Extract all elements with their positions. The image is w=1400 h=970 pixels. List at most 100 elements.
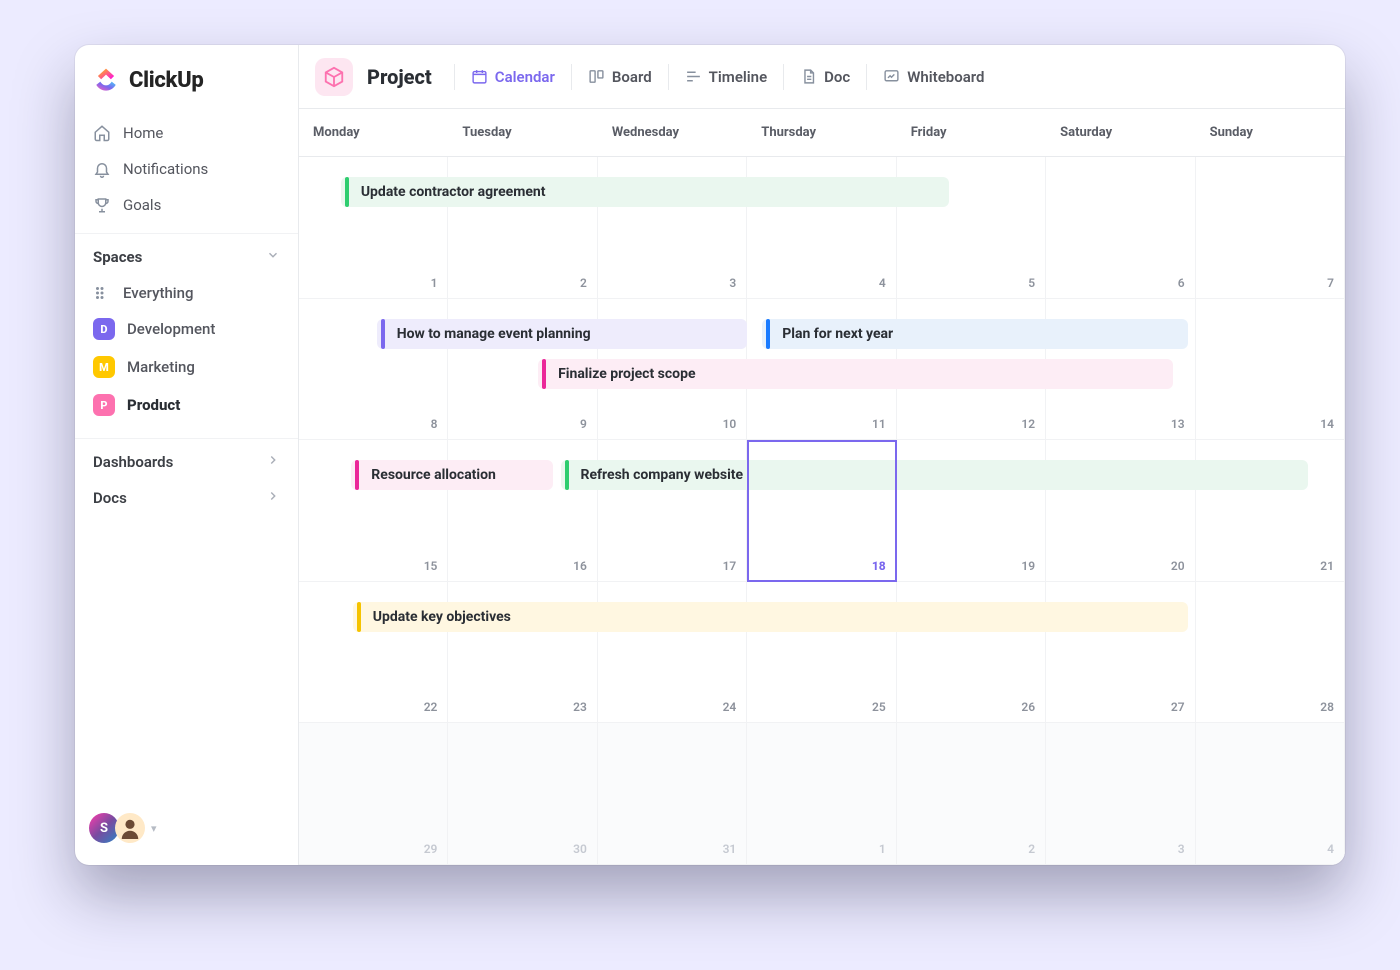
calendar-event[interactable]: Resource allocation — [351, 460, 553, 490]
day-number: 2 — [1028, 842, 1035, 856]
topbar: Project Calendar Board Timeline Doc Whiteboa… — [299, 45, 1345, 109]
calendar-cell[interactable]: 7 — [1196, 157, 1345, 299]
day-number: 7 — [1327, 276, 1334, 290]
day-number: 23 — [573, 700, 587, 714]
space-label: Product — [127, 396, 180, 414]
day-number: 4 — [1327, 842, 1334, 856]
board-icon — [588, 68, 605, 85]
spaces-header-label: Spaces — [93, 248, 142, 266]
calendar-icon — [471, 68, 488, 85]
calendar-cell[interactable]: 2 — [897, 723, 1046, 865]
space-marketing[interactable]: MMarketing — [75, 348, 298, 386]
calendar-event[interactable]: Update contractor agreement — [341, 177, 949, 207]
day-number: 5 — [1028, 276, 1035, 290]
view-tab-board[interactable]: Board — [578, 62, 662, 92]
weekday-label: Thursday — [747, 109, 896, 156]
event-color-bar — [357, 602, 361, 632]
day-number: 15 — [424, 559, 438, 573]
view-tab-doc[interactable]: Doc — [790, 62, 860, 92]
nav-notifications[interactable]: Notifications — [75, 151, 298, 187]
event-color-bar — [766, 319, 770, 349]
space-chip: M — [93, 356, 115, 378]
day-number: 9 — [580, 417, 587, 431]
day-number: 17 — [723, 559, 737, 573]
space-chip: P — [93, 394, 115, 416]
day-number: 11 — [872, 417, 886, 431]
bell-icon — [93, 160, 111, 178]
day-number: 14 — [1320, 417, 1334, 431]
day-number: 26 — [1021, 700, 1035, 714]
day-number: 4 — [879, 276, 886, 290]
project-icon — [315, 58, 353, 96]
event-label: How to manage event planning — [395, 326, 591, 342]
event-color-bar — [381, 319, 385, 349]
view-tab-calendar[interactable]: Calendar — [461, 62, 565, 92]
docs-section[interactable]: Docs — [75, 481, 298, 513]
nav-home[interactable]: Home — [75, 115, 298, 151]
view-divider — [571, 64, 572, 90]
calendar-event[interactable]: How to manage event planning — [377, 319, 748, 349]
day-number: 6 — [1178, 276, 1185, 290]
chevron-down-icon: ▾ — [151, 822, 157, 835]
space-label: Development — [127, 320, 215, 338]
event-color-bar — [345, 177, 349, 207]
weekday-label: Tuesday — [448, 109, 597, 156]
day-number: 2 — [580, 276, 587, 290]
event-label: Update contractor agreement — [359, 184, 546, 200]
day-number: 30 — [573, 842, 587, 856]
calendar-cell[interactable]: 14 — [1196, 299, 1345, 441]
clickup-logo-icon — [93, 67, 119, 93]
day-number: 1 — [431, 276, 438, 290]
day-number: 24 — [723, 700, 737, 714]
project-title: Project — [367, 65, 432, 89]
calendar-cell[interactable]: 18 — [747, 440, 896, 582]
weekday-label: Saturday — [1046, 109, 1195, 156]
calendar-cell[interactable]: 4 — [1196, 723, 1345, 865]
calendar-cell[interactable]: 28 — [1196, 582, 1345, 724]
event-color-bar — [565, 460, 569, 490]
calendar-cell[interactable]: 29 — [299, 723, 448, 865]
day-number: 12 — [1021, 417, 1035, 431]
weekday-label: Sunday — [1196, 109, 1345, 156]
calendar-cell[interactable]: 6 — [1046, 157, 1195, 299]
calendar-cell[interactable]: 31 — [598, 723, 747, 865]
calendar-cell[interactable]: 3 — [1046, 723, 1195, 865]
space-product[interactable]: P Product — [75, 386, 298, 424]
day-number: 8 — [431, 417, 438, 431]
weekday-label: Wednesday — [598, 109, 747, 156]
dashboards-section[interactable]: Dashboards — [75, 438, 298, 481]
day-number: 3 — [729, 276, 736, 290]
event-color-bar — [355, 460, 359, 490]
trophy-icon — [93, 196, 111, 214]
view-label: Board — [612, 68, 652, 86]
weekday-label: Friday — [897, 109, 1046, 156]
nav-label: Notifications — [123, 160, 208, 178]
dashboards-label: Dashboards — [93, 453, 173, 471]
calendar-event[interactable]: Update key objectives — [353, 602, 1188, 632]
day-number: 28 — [1320, 700, 1334, 714]
grid-icon — [93, 284, 111, 302]
docs-label: Docs — [93, 489, 127, 507]
calendar-event[interactable]: Refresh company website — [561, 460, 1308, 490]
nav-goals[interactable]: Goals — [75, 187, 298, 223]
view-divider — [668, 64, 669, 90]
user-switcher[interactable]: S ▾ — [75, 803, 298, 853]
calendar-event[interactable]: Plan for next year — [762, 319, 1188, 349]
view-tab-timeline[interactable]: Timeline — [675, 62, 777, 92]
calendar-cell[interactable]: 30 — [448, 723, 597, 865]
brand-name: ClickUp — [129, 68, 204, 93]
sidebar-everything[interactable]: Everything — [75, 276, 298, 310]
day-number: 3 — [1178, 842, 1185, 856]
space-development[interactable]: DDevelopment — [75, 310, 298, 348]
day-number: 16 — [573, 559, 587, 573]
brand-logo[interactable]: ClickUp — [75, 63, 298, 115]
day-number: 29 — [424, 842, 438, 856]
event-label: Plan for next year — [780, 326, 893, 342]
view-divider — [454, 64, 455, 90]
nav-label: Home — [123, 124, 163, 142]
calendar-cell[interactable]: 1 — [747, 723, 896, 865]
spaces-header[interactable]: Spaces — [75, 233, 298, 276]
view-tab-whiteboard[interactable]: Whiteboard — [873, 62, 994, 92]
day-number: 20 — [1171, 559, 1185, 573]
calendar-event[interactable]: Finalize project scope — [538, 359, 1173, 389]
